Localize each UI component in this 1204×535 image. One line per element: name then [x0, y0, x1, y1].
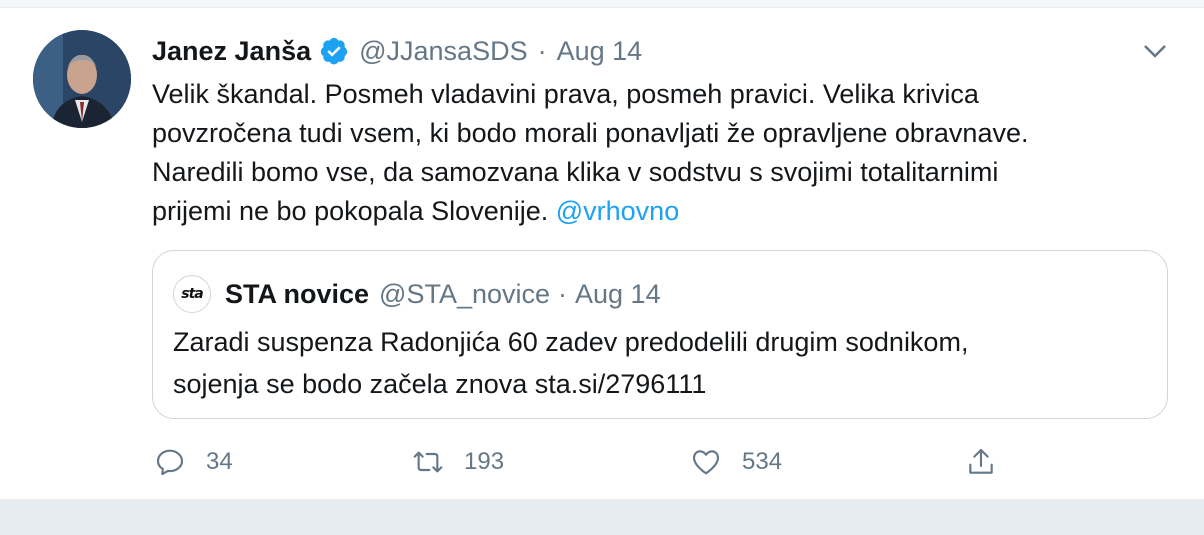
like-count: 534: [742, 448, 783, 475]
reply-button[interactable]: 34: [154, 442, 233, 482]
tweet-date[interactable]: Aug 14: [557, 36, 643, 67]
verified-badge-icon: [320, 37, 348, 65]
chevron-down-icon[interactable]: [1140, 36, 1170, 66]
quoted-tweet[interactable]: sta STA novice @STA_novice · Aug 14 Zara…: [152, 250, 1168, 419]
quoted-text-line: Zaradi suspenza Radonjića 60 zadev predo…: [173, 327, 969, 357]
separator-dot: ·: [558, 278, 568, 309]
sta-logo-avatar: sta: [173, 275, 211, 313]
mention-link[interactable]: @vrhovno: [556, 196, 679, 226]
share-icon: [969, 448, 993, 474]
tweet-text-line: Velik škandal. Posmeh vladavini prava, p…: [152, 79, 979, 109]
divider: [0, 0, 1204, 8]
author-handle[interactable]: @JJansaSDS: [359, 36, 527, 67]
tweet-text: Velik škandal. Posmeh vladavini prava, p…: [152, 75, 1152, 231]
retweet-count: 193: [464, 448, 505, 475]
avatar[interactable]: [33, 30, 131, 128]
share-button[interactable]: [965, 442, 997, 482]
quoted-date: Aug 14: [575, 278, 661, 309]
tweet-text-fragment: prijemi ne bo pokopala Slovenije.: [152, 196, 556, 226]
tweet-card[interactable]: Janez Janša @JJansaSDS · Aug 14 Velik šk…: [0, 0, 1204, 500]
quoted-text-line: sojenja se bodo začela znova sta.si/2796…: [173, 369, 707, 399]
quoted-author-name: STA novice: [225, 278, 370, 309]
retweet-icon: [413, 451, 443, 473]
quoted-text: Zaradi suspenza Radonjića 60 zadev predo…: [173, 321, 1133, 405]
tweet-text-line: Naredili bomo vse, da samozvana klika v …: [152, 157, 999, 187]
reply-icon: [156, 449, 184, 476]
reply-count: 34: [206, 448, 233, 475]
author-name[interactable]: Janez Janša: [152, 36, 311, 67]
quoted-header: sta STA novice @STA_novice · Aug 14: [173, 274, 661, 314]
like-button[interactable]: 534: [690, 442, 782, 482]
like-icon: [692, 450, 720, 475]
tweet-text-line: prijemi ne bo pokopala Slovenije. @vrhov…: [152, 192, 1152, 231]
separator-dot: ·: [537, 35, 547, 66]
tweet-header: Janez Janša @JJansaSDS · Aug 14: [152, 31, 642, 71]
quoted-author-handle: @STA_novice: [379, 278, 551, 309]
tweet-text-line: povzročena tudi vsem, ki bodo morali pon…: [152, 118, 1029, 148]
avatar-photo: [33, 30, 131, 128]
action-bar: 34 193 534: [0, 442, 1204, 482]
retweet-button[interactable]: 193: [412, 442, 504, 482]
